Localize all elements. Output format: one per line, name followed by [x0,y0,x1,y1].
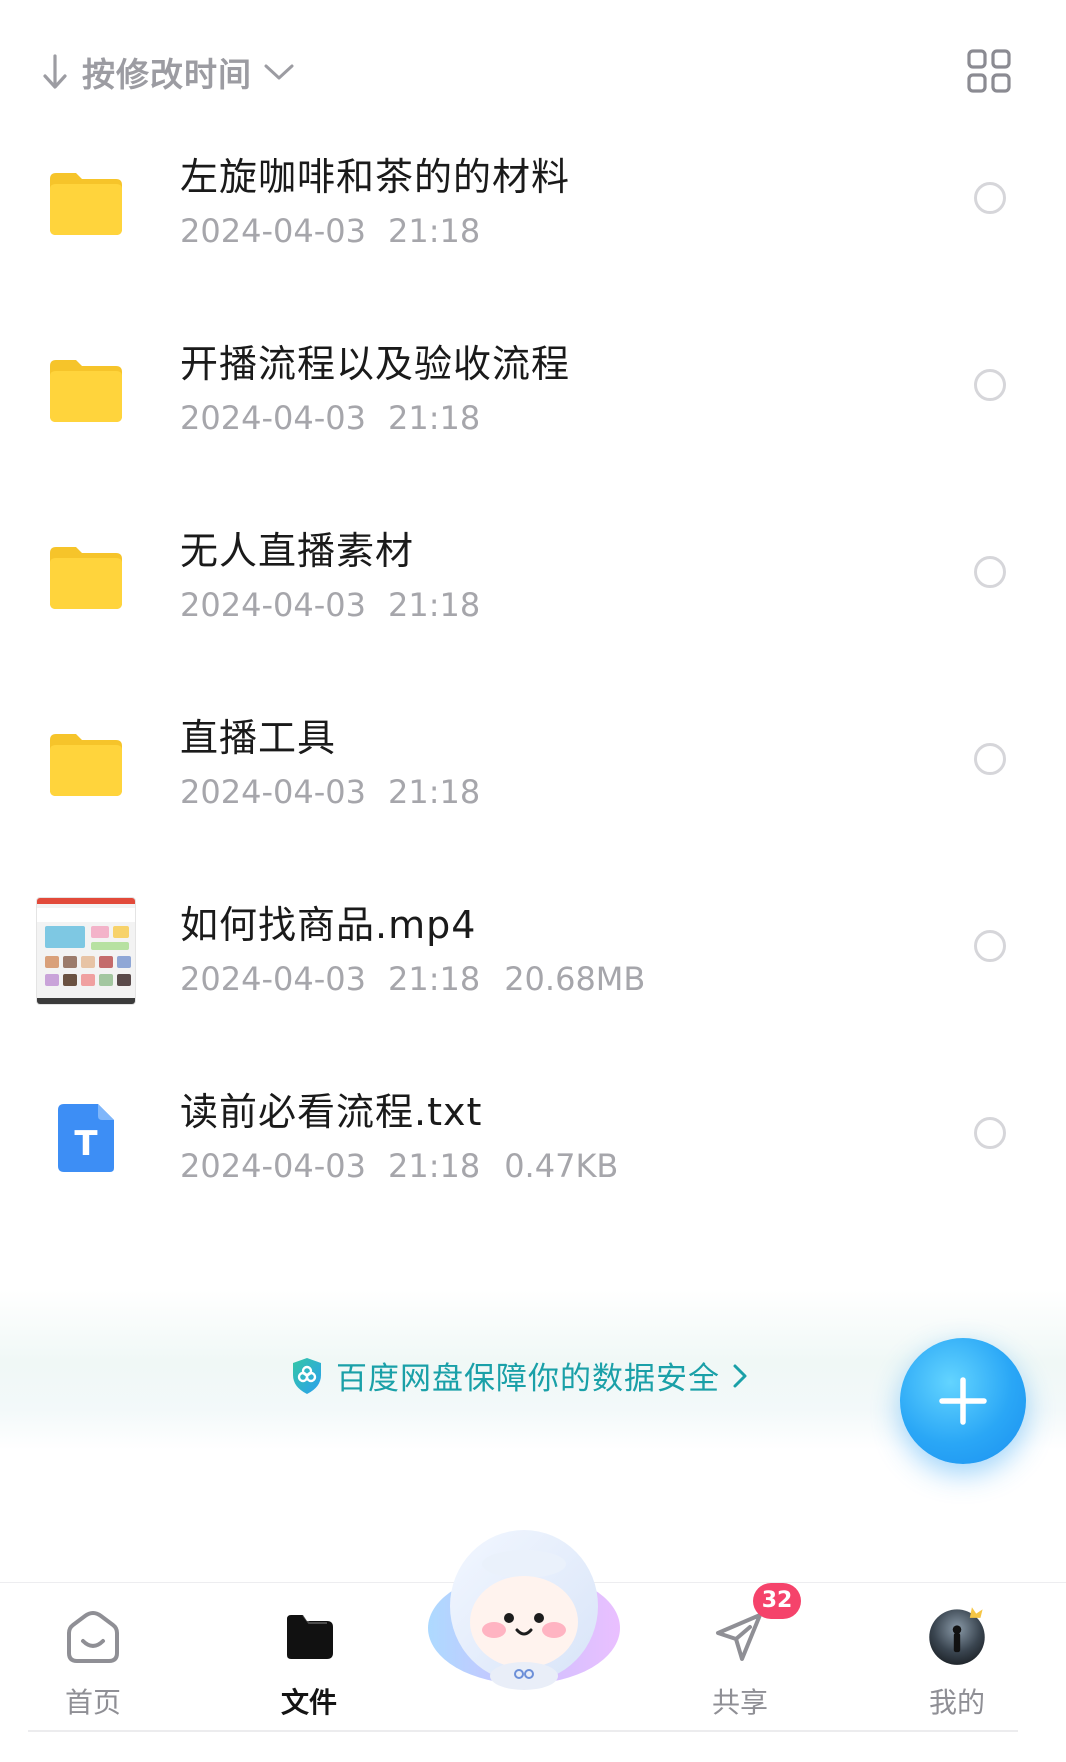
folder-icon [30,522,142,632]
file-time: 21:18 [387,960,481,998]
file-name: 如何找商品.mp4 [180,903,477,947]
security-link[interactable]: 百度网盘保障你的数据安全 [290,1353,748,1398]
tab-mine-label: 我的 [928,1686,985,1719]
file-name: 左旋咖啡和茶的的材料 [180,155,571,199]
file-meta: 2024-04-03 21:18 [180,212,480,250]
file-time: 21:18 [387,773,481,811]
txt-file-icon: T [30,1083,142,1193]
file-meta: 2024-04-03 21:18 20.68MB [180,960,645,998]
folder-filled-icon [287,1614,333,1659]
select-checkbox[interactable] [974,369,1006,401]
home-indicator-divider [28,1730,1018,1732]
avatar [929,1607,985,1665]
txt-icon-letter: T [74,1124,98,1164]
file-date: 2024-04-03 [180,586,366,624]
file-size: 0.47KB [504,1147,619,1185]
video-thumbnail [30,896,142,1006]
file-time: 21:18 [387,399,481,437]
file-row[interactable]: T 读前必看流程.txt 2024-04-03 21:18 0.47KB [0,1053,1066,1240]
file-row[interactable]: 左旋咖啡和茶的的材料 2024-04-03 21:18 [0,118,1066,305]
grid-view-icon[interactable] [966,48,1012,94]
tab-files-label: 文件 [280,1686,337,1719]
file-name: 直播工具 [180,716,337,760]
chevron-right-icon [733,1364,747,1387]
file-date: 2024-04-03 [180,773,366,811]
file-date: 2024-04-03 [180,960,366,998]
file-name: 开播流程以及验收流程 [180,342,571,386]
file-meta: 2024-04-03 21:18 [180,586,480,624]
file-time: 21:18 [387,586,481,624]
file-name: 无人直播素材 [180,529,415,573]
sort-toggle[interactable]: 按修改时间 [40,44,296,100]
add-button[interactable] [900,1338,1026,1464]
select-checkbox[interactable] [974,930,1006,962]
file-time: 21:18 [387,212,481,250]
chevron-down-icon [264,64,294,80]
file-row[interactable]: 直播工具 2024-04-03 21:18 [0,679,1066,866]
file-row[interactable]: 开播流程以及验收流程 2024-04-03 21:18 [0,305,1066,492]
shield-icon [293,1357,321,1394]
share-badge: 32 [753,1583,801,1619]
select-checkbox[interactable] [974,1117,1006,1149]
file-size: 20.68MB [504,960,646,998]
file-date: 2024-04-03 [180,1147,366,1185]
tab-files[interactable]: 文件 [234,1583,384,1735]
tab-home[interactable]: 首页 [18,1583,168,1735]
file-time: 21:18 [387,1147,481,1185]
tab-mine[interactable]: 我的 [882,1583,1032,1735]
security-text: 百度网盘保障你的数据安全 [336,1361,720,1397]
file-name: 读前必看流程.txt [180,1090,483,1134]
home-icon [67,1610,119,1663]
folder-icon [30,148,142,258]
sort-label: 按修改时间 [82,55,252,94]
mascot-assistant-icon[interactable] [424,1524,624,1692]
file-date: 2024-04-03 [180,399,366,437]
file-date: 2024-04-03 [180,212,366,250]
folder-icon [30,709,142,819]
select-checkbox[interactable] [974,556,1006,588]
arrow-down-icon [43,54,67,89]
file-meta: 2024-04-03 21:18 [180,773,480,811]
file-meta: 2024-04-03 21:18 [180,399,480,437]
tab-share-label: 共享 [711,1686,768,1719]
file-list: 左旋咖啡和茶的的材料 2024-04-03 21:18 开播流程以及验收流程 2… [0,118,1066,1240]
plus-icon [939,1377,987,1425]
folder-icon [30,335,142,445]
file-row[interactable]: 无人直播素材 2024-04-03 21:18 [0,492,1066,679]
select-checkbox[interactable] [974,743,1006,775]
tab-share[interactable]: 32 共享 [665,1583,815,1735]
file-row[interactable]: 如何找商品.mp4 2024-04-03 21:18 20.68MB [0,866,1066,1053]
file-meta: 2024-04-03 21:18 0.47KB [180,1147,618,1185]
tab-home-label: 首页 [64,1686,121,1719]
select-checkbox[interactable] [974,182,1006,214]
